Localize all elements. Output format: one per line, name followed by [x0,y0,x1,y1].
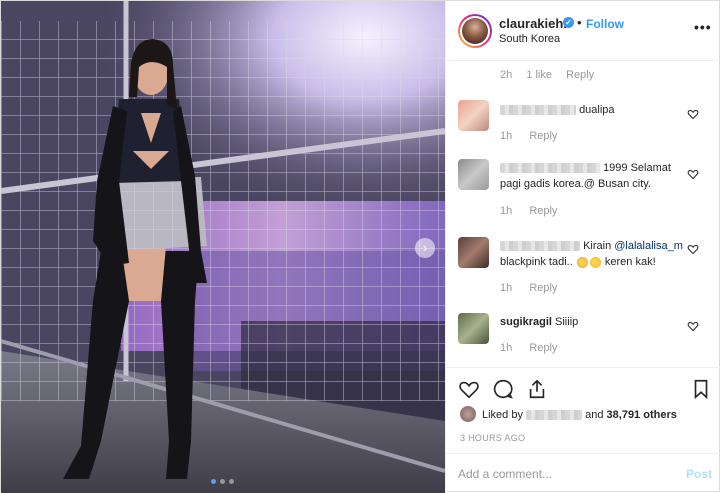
comment-reply-link[interactable]: Reply [529,342,557,354]
like-comment-heart-icon[interactable] [687,108,699,120]
avatar-ring-inner [460,16,490,46]
comment-content: Siiiip [555,316,579,328]
verified-badge-icon: ✓ [563,17,574,28]
like-comment-heart-icon[interactable] [687,320,699,332]
post-comment-button[interactable]: Post [686,467,712,481]
comment-reply-link[interactable]: Reply [529,205,557,217]
post-location[interactable]: South Korea [499,33,560,45]
comment-content: keren kak! [604,256,656,268]
instagram-post-modal: › claurakiehl ✓ • Follow South Korea •••… [0,0,720,493]
post-actions: Liked by and 38,791 others 3 HOURS AGO [446,367,720,467]
likes-and: and [585,409,604,421]
share-icon[interactable] [526,378,548,400]
comment-reply-link[interactable]: Reply [529,282,557,294]
photo-illustration [1,1,445,493]
caption-time[interactable]: 2h [500,69,512,81]
comment-bubble-icon[interactable] [492,378,514,400]
author-username[interactable]: claurakiehl [499,16,567,31]
commenter-avatar[interactable] [458,313,489,344]
like-comment-heart-icon[interactable] [687,243,699,255]
comment-content: dualipa [579,104,615,116]
like-heart-icon[interactable] [458,378,480,400]
comment-content: pagi gadis korea.@ Busan city. [500,178,651,190]
add-comment-input[interactable] [458,465,658,483]
comment-time[interactable]: 1h [500,342,512,354]
like-comment-heart-icon[interactable] [687,168,699,180]
comment-meta: 1h Reply [500,282,571,294]
comment-time[interactable]: 1h [500,205,512,217]
emoji-heart-eyes-icon [576,256,588,268]
author-avatar[interactable] [458,14,492,48]
commenter-avatar[interactable] [458,159,489,190]
likes-text[interactable]: Liked by and 38,791 others [482,409,677,421]
likes-summary: Liked by and 38,791 others [460,406,720,424]
comment-meta: 1h Reply [500,130,571,142]
likes-prefix: Liked by [482,409,523,421]
redacted-username [500,163,600,174]
comment-content: 1999 Selamat [603,162,671,174]
follow-button[interactable]: Follow [586,17,624,31]
commenter-avatar[interactable] [458,237,489,268]
header-separator: • [577,15,582,30]
commenter-username[interactable]: sugikragil [500,316,552,328]
comment-mention-link[interactable]: @lalalalisa_m [614,240,683,252]
carousel-dot [211,479,216,484]
save-bookmark-icon[interactable] [690,378,712,400]
post-timestamp[interactable]: 3 HOURS AGO [460,433,525,443]
caption-reply-link[interactable]: Reply [566,69,594,81]
comment-text: Kirain @lalalalisa_m blackpink tadi.. ke… [500,238,684,270]
add-comment-bar: Post [446,453,720,493]
avatar-image [462,18,488,44]
comment-time[interactable]: 1h [500,130,512,142]
comment-text: dualipa [500,102,684,118]
carousel-dot [229,479,234,484]
carousel-next-button[interactable]: › [415,238,435,258]
post-side-panel: claurakiehl ✓ • Follow South Korea ••• 2… [445,1,720,493]
liker-avatar[interactable] [460,406,476,422]
comment-text: sugikragil Siiiip [500,314,684,330]
redacted-username [526,410,583,421]
caption-meta: 2h 1 like Reply [500,69,605,81]
redacted-username [500,105,576,116]
emoji-grin-icon [589,256,601,268]
comment-meta: 1h Reply [500,342,571,354]
likes-count[interactable]: 38,791 others [607,409,677,421]
comment-meta: 1h Reply [500,205,571,217]
comment-content: Kirain [583,240,612,252]
post-header: claurakiehl ✓ • Follow South Korea ••• [446,1,720,61]
comment-reply-link[interactable]: Reply [529,130,557,142]
commenter-avatar[interactable] [458,100,489,131]
comment-text: 1999 Selamat pagi gadis korea.@ Busan ci… [500,160,684,192]
comment-content: blackpink tadi.. [500,256,573,268]
redacted-username [500,241,580,252]
carousel-dots [211,479,234,484]
caption-likes[interactable]: 1 like [526,69,552,81]
comment-time[interactable]: 1h [500,282,512,294]
more-options-icon[interactable]: ••• [694,19,712,35]
carousel-dot [220,479,225,484]
post-photo[interactable]: › [1,1,445,493]
